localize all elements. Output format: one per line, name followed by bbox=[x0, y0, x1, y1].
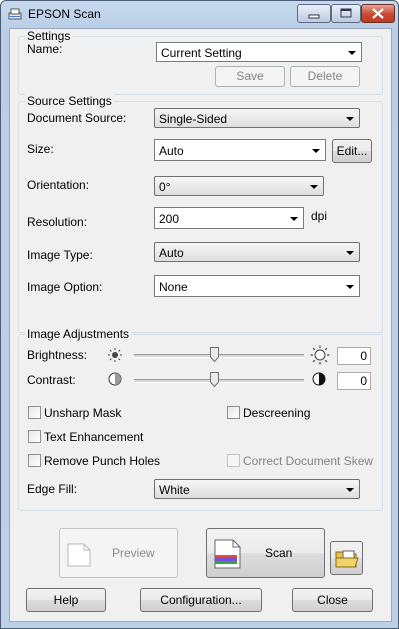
maximize-button[interactable] bbox=[331, 4, 361, 23]
size-value: Auto bbox=[159, 144, 184, 158]
orientation-value: 0° bbox=[159, 180, 171, 194]
epson-scan-app-icon bbox=[8, 8, 22, 20]
edge-fill-dropdown[interactable]: White bbox=[154, 479, 360, 499]
close-button[interactable]: Close bbox=[292, 588, 373, 612]
save-button[interactable]: Save bbox=[215, 66, 285, 87]
close-icon bbox=[372, 8, 384, 19]
scan-label: Scan bbox=[265, 546, 293, 560]
remove-punch-holes-checkbox[interactable] bbox=[28, 454, 41, 467]
title-bar[interactable]: EPSON Scan bbox=[1, 1, 398, 27]
maximize-icon bbox=[340, 8, 352, 18]
orientation-dropdown[interactable]: 0° bbox=[154, 176, 324, 196]
setting-name-value: Current Setting bbox=[161, 46, 242, 60]
contrast-slider-thumb[interactable] bbox=[210, 372, 219, 387]
orientation-label: Orientation: bbox=[27, 178, 90, 192]
resolution-dropdown[interactable]: 200 bbox=[154, 207, 304, 229]
window-title: EPSON Scan bbox=[28, 7, 101, 21]
chevron-down-icon bbox=[348, 51, 356, 55]
unsharp-mask-checkbox[interactable] bbox=[28, 406, 41, 419]
unsharp-mask-label[interactable]: Unsharp Mask bbox=[44, 406, 121, 420]
settings-group-title: Settings bbox=[25, 29, 73, 43]
brightness-low-icon bbox=[108, 348, 122, 362]
image-option-label: Image Option: bbox=[27, 280, 103, 294]
size-dropdown[interactable]: Auto bbox=[154, 139, 326, 161]
minimize-icon bbox=[308, 14, 320, 19]
correct-skew-label[interactable]: Correct Document Skew bbox=[243, 454, 373, 468]
resolution-label: Resolution: bbox=[27, 215, 88, 229]
document-source-value: Single-Sided bbox=[159, 112, 228, 126]
dpi-unit-label: dpi bbox=[311, 209, 328, 223]
chevron-down-icon bbox=[312, 149, 320, 153]
image-option-value: None bbox=[159, 280, 188, 294]
name-label: Name: bbox=[27, 42, 63, 56]
image-adjustments-group-title: Image Adjustments bbox=[25, 327, 132, 341]
chevron-down-icon bbox=[346, 251, 354, 255]
edit-size-button[interactable]: Edit... bbox=[332, 139, 372, 163]
document-source-dropdown[interactable]: Single-Sided bbox=[154, 108, 360, 128]
help-button[interactable]: Help bbox=[26, 588, 106, 612]
scan-button[interactable]: Scan bbox=[206, 528, 325, 578]
image-type-value: Auto bbox=[159, 246, 184, 260]
chevron-down-icon bbox=[310, 185, 318, 189]
preview-button[interactable]: Preview bbox=[59, 528, 178, 578]
source-settings-group-title: Source Settings bbox=[25, 94, 114, 108]
chevron-down-icon bbox=[346, 117, 354, 121]
epson-scan-window: EPSON Scan Settings Name: Current Settin… bbox=[0, 0, 399, 629]
brightness-value-input[interactable]: 0 bbox=[337, 347, 371, 365]
brightness-slider-thumb[interactable] bbox=[210, 347, 219, 362]
configuration-button[interactable]: Configuration... bbox=[140, 588, 262, 612]
contrast-low-icon bbox=[108, 372, 122, 386]
chevron-down-icon bbox=[290, 217, 298, 221]
contrast-label: Contrast: bbox=[27, 373, 76, 387]
contrast-value-input[interactable]: 0 bbox=[337, 372, 371, 390]
preview-label: Preview bbox=[112, 546, 155, 560]
chevron-down-icon bbox=[346, 285, 354, 289]
correct-skew-checkbox[interactable] bbox=[227, 454, 240, 467]
edge-fill-label: Edge Fill: bbox=[27, 482, 78, 496]
contrast-slider-track[interactable] bbox=[134, 379, 304, 383]
delete-button[interactable]: Delete bbox=[290, 66, 360, 87]
image-type-dropdown[interactable]: Auto bbox=[154, 242, 360, 262]
image-type-label: Image Type: bbox=[27, 248, 93, 262]
preview-page-icon bbox=[67, 543, 91, 567]
text-enhancement-checkbox[interactable] bbox=[28, 430, 41, 443]
remove-punch-holes-label[interactable]: Remove Punch Holes bbox=[44, 454, 160, 468]
chevron-down-icon bbox=[346, 488, 354, 492]
brightness-slider-track[interactable] bbox=[134, 354, 304, 358]
scan-page-icon bbox=[214, 539, 241, 569]
brightness-label: Brightness: bbox=[27, 348, 88, 362]
minimize-button[interactable] bbox=[297, 4, 331, 23]
edge-fill-value: White bbox=[159, 483, 190, 497]
text-enhancement-label[interactable]: Text Enhancement bbox=[44, 430, 143, 444]
resolution-value: 200 bbox=[159, 212, 180, 226]
open-folder-button[interactable] bbox=[330, 541, 363, 575]
size-label: Size: bbox=[27, 142, 54, 156]
contrast-high-icon bbox=[312, 372, 326, 386]
dialog-client-area: Settings Name: Current Setting Save Dele… bbox=[9, 28, 392, 622]
image-option-dropdown[interactable]: None bbox=[154, 275, 360, 297]
brightness-high-icon bbox=[310, 345, 330, 365]
folder-icon bbox=[335, 550, 359, 568]
descreening-label[interactable]: Descreening bbox=[243, 406, 310, 420]
descreening-checkbox[interactable] bbox=[227, 406, 240, 419]
document-source-label: Document Source: bbox=[27, 111, 127, 125]
setting-name-dropdown[interactable]: Current Setting bbox=[156, 42, 362, 62]
close-window-button[interactable] bbox=[361, 4, 395, 23]
